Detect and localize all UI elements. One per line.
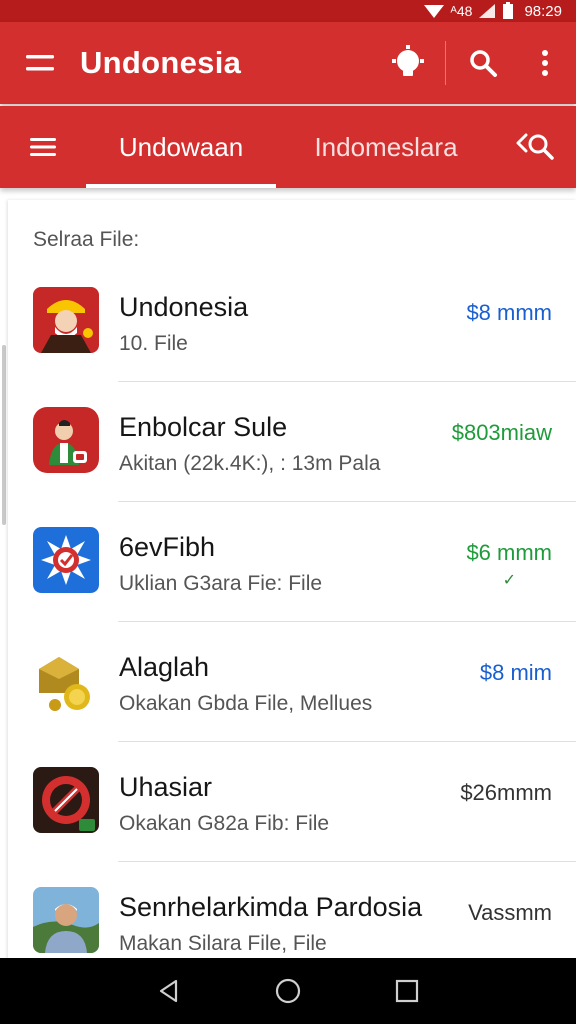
home-button[interactable]	[258, 961, 318, 1021]
list-item[interactable]: Senrhelarkimda Pardosia Makan Silara Fil…	[8, 862, 576, 960]
person-photo-icon	[33, 887, 99, 953]
list-item[interactable]: Alaglah Okakan Gbda File, Mellues $8 mim	[8, 622, 576, 742]
item-name: Alaglah	[119, 652, 210, 682]
tab-search-button[interactable]	[496, 106, 576, 188]
back-icon	[160, 979, 178, 1003]
item-subtitle: Uklian G3ara Fie: File	[119, 572, 323, 595]
worker-avatar-icon	[33, 287, 99, 353]
section-label: Selraa File:	[33, 228, 140, 251]
item-name: Uhasiar	[119, 772, 213, 802]
coin-box-icon	[33, 647, 99, 713]
search-button[interactable]	[452, 22, 514, 104]
list-item[interactable]: Uhasiar Okakan G82a Fib: File $26mmm	[8, 742, 576, 862]
no-sign-icon	[33, 767, 99, 833]
wifi-icon	[423, 5, 444, 18]
item-price: Vassmm	[468, 900, 552, 925]
home-icon	[275, 978, 301, 1004]
compass-badge-icon	[33, 527, 99, 593]
item-price: $6 mmm	[466, 540, 552, 565]
check-icon: ✓	[502, 572, 516, 589]
person-badge-icon	[33, 407, 99, 473]
list-item[interactable]: 6evFibh Uklian G3ara Fie: File $6 mmm ✓	[8, 502, 576, 622]
item-name: 6evFibh	[119, 532, 216, 562]
item-price: $803miaw	[451, 420, 552, 445]
status-time: 98:29	[524, 2, 562, 20]
scroll-indicator[interactable]	[2, 345, 6, 525]
recents-button[interactable]	[377, 961, 437, 1021]
more-vert-icon	[542, 50, 548, 76]
item-price: $26mmm	[460, 780, 552, 805]
hamburger-menu-button[interactable]	[0, 22, 80, 104]
list-item[interactable]: Undonesia 10. File $8 mmm	[8, 262, 576, 382]
tab-undowaan[interactable]: Undowaan	[86, 106, 276, 188]
item-subtitle: Okakan Gbda File, Mellues	[119, 692, 373, 715]
hamburger-icon	[30, 138, 56, 156]
tab-bar: Undowaan Indomeslara	[0, 106, 576, 188]
item-name: Undonesia	[119, 292, 249, 322]
status-icons: ᴬ48	[423, 2, 515, 20]
battery-icon	[503, 2, 514, 19]
signal-icon	[479, 4, 496, 18]
list-item[interactable]: Enbolcar Sule Akitan (22k.4K:), : 13m Pa…	[8, 382, 576, 502]
system-nav-bar	[0, 958, 576, 1024]
file-list-card: Selraa File: Undonesia 10. File $8 mmm E…	[8, 200, 576, 960]
tab-indomeslara[interactable]: Indomeslara	[276, 106, 496, 188]
app-title: Undonesia	[80, 45, 242, 80]
item-price: $8 mim	[479, 660, 552, 685]
tab-menu-button[interactable]	[0, 106, 86, 188]
overflow-menu-button[interactable]	[514, 22, 576, 104]
lightbulb-button[interactable]	[377, 22, 439, 104]
item-name: Senrhelarkimda Pardosia	[119, 892, 423, 922]
network-label: ᴬ48	[450, 3, 473, 19]
item-subtitle: Makan Silara File, File	[119, 932, 327, 955]
item-subtitle: Okakan G82a Fib: File	[119, 812, 330, 835]
item-price: $8 mmm	[466, 300, 552, 325]
recents-icon	[395, 979, 418, 1003]
lightbulb-icon	[392, 45, 424, 76]
item-subtitle: Akitan (22k.4K:), : 13m Pala	[119, 452, 381, 475]
search-icon	[470, 50, 497, 77]
search-icon	[516, 133, 554, 160]
status-bar: ᴬ48 98:29	[0, 0, 576, 22]
hamburger-icon	[26, 55, 54, 71]
item-name: Enbolcar Sule	[119, 412, 288, 442]
back-button[interactable]	[139, 961, 199, 1021]
item-subtitle: 10. File	[119, 332, 188, 355]
app-bar: Undonesia	[0, 22, 576, 104]
app-bar-divider	[445, 41, 446, 85]
